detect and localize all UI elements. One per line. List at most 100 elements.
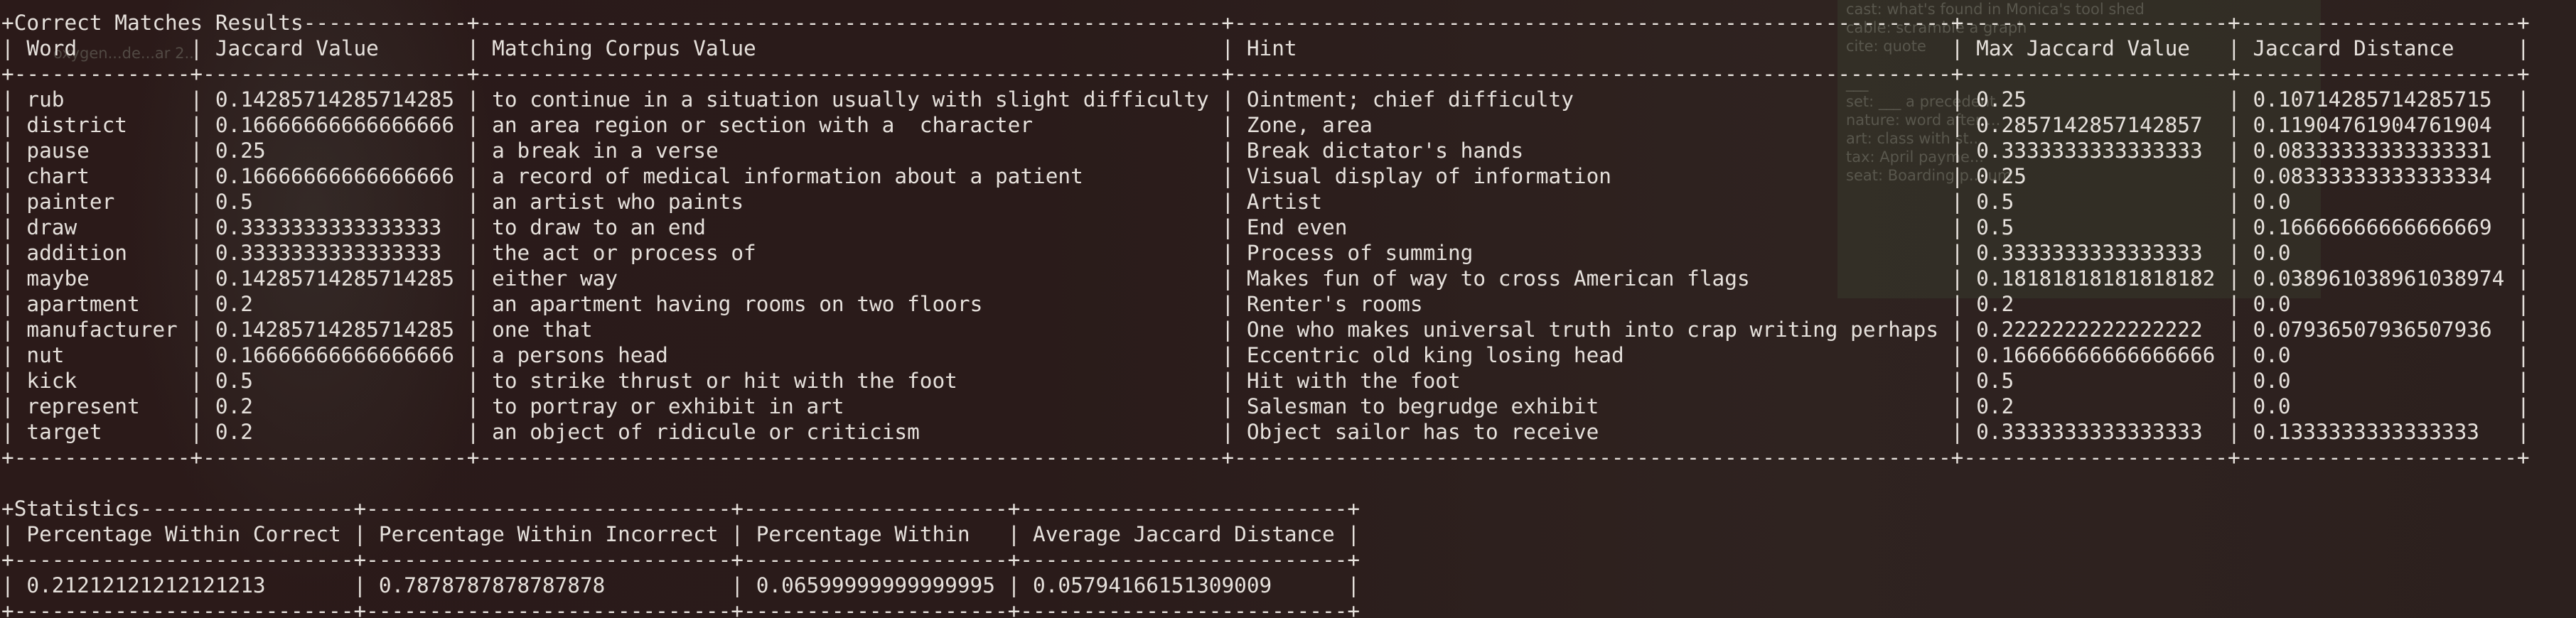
results-cell: represent [26,394,140,418]
table-title: Statistics [14,497,140,521]
results-cell: addition [26,241,127,265]
results-cell: One who makes universal truth into crap … [1246,318,1939,342]
results-cell: a break in a verse [492,139,719,163]
results-cell: 0.0 [2253,241,2291,265]
results-cell: 0.16666666666666666 [215,343,455,367]
results-cell: 0.2 [215,292,253,316]
results-cell: 0.14285714285714285 [215,87,455,112]
results-cell: End even [1246,215,1348,239]
terminal-output: +Correct Matches Results-------------+--… [1,11,2530,618]
results-cell: 0.2 [1976,394,2014,418]
results-cell: 0.08333333333333334 [2253,164,2492,188]
results-cell: 0.1333333333333333 [2253,420,2479,444]
results-cell: nut [26,343,65,367]
results-cell: 0.0 [2253,369,2291,393]
results-cell: Eccentric old king losing head [1246,343,1624,367]
results-cell: 0.3333333333333333 [1976,139,2203,163]
results-cell: an apartment having rooms on two floors [492,292,983,316]
results-cell: 0.16666666666666666 [1976,343,2216,367]
results-column-header: Hint [1246,36,1297,60]
results-cell: one that [492,318,593,342]
results-cell: 0.16666666666666666 [215,113,455,137]
results-cell: 0.5 [1976,215,2014,239]
results-cell: Visual display of information [1246,164,1612,188]
results-cell: Salesman to begrudge exhibit [1246,394,1599,418]
results-cell: an area region or section with a charact… [492,113,1034,137]
stats-column-header: Percentage Within [756,522,970,546]
results-cell: 0.2222222222222222 [1976,318,2203,342]
results-cell: target [26,420,102,444]
results-column-header: Max Jaccard Value [1976,36,2190,60]
results-column-header: Jaccard Distance [2253,36,2454,60]
results-cell: maybe [26,266,90,291]
results-cell: 0.5 [215,369,253,393]
results-cell: 0.18181818181818182 [1976,266,2216,291]
results-cell: Hit with the foot [1246,369,1461,393]
results-cell: pause [26,139,90,163]
results-cell: kick [26,369,77,393]
results-cell: rub [26,87,65,112]
results-cell: a record of medical information about a … [492,164,1083,188]
results-cell: 0.5 [215,190,253,214]
results-cell: 0.10714285714285715 [2253,87,2492,112]
results-cell: 0.2 [1976,292,2014,316]
results-cell: Artist [1246,190,1323,214]
results-cell: Makes fun of way to cross American flags [1246,266,1750,291]
results-cell: to portray or exhibit in art [492,394,844,418]
results-cell: an object of ridicule or criticism [492,420,920,444]
results-cell: district [26,113,127,137]
stats-cell: 0.7878787878787878 [378,573,606,597]
results-cell: manufacturer [26,318,178,342]
results-cell: 0.25 [1976,164,2027,188]
results-cell: 0.25 [1976,87,2027,112]
results-cell: to strike thrust or hit with the foot [492,369,957,393]
results-cell: painter [26,190,115,214]
results-cell: 0.07936507936507936 [2253,318,2492,342]
results-cell: 0.14285714285714285 [215,318,455,342]
results-cell: 0.0 [2253,292,2291,316]
results-cell: 0.5 [1976,190,2014,214]
stats-cell: 0.05794166151309009 [1033,573,1272,597]
results-cell: 0.2 [215,394,253,418]
results-cell: 0.2 [215,420,253,444]
results-cell: 0.14285714285714285 [215,266,455,291]
results-cell: 0.2857142857142857 [1976,113,2203,137]
results-cell: an artist who paints [492,190,744,214]
results-cell: 0.25 [215,139,266,163]
results-cell: 0.3333333333333333 [215,215,442,239]
results-cell: Process of summing [1246,241,1474,265]
results-cell: 0.0 [2253,190,2291,214]
results-cell: Renter's rooms [1246,292,1423,316]
results-cell: 0.0 [2253,343,2291,367]
results-cell: 0.038961038961038974 [2253,266,2505,291]
stats-column-header: Average Jaccard Distance [1033,522,1335,546]
results-cell: 0.16666666666666669 [2253,215,2492,239]
results-cell: a persons head [492,343,668,367]
results-cell: Ointment; chief difficulty [1246,87,1574,112]
stats-column-header: Percentage Within Correct [26,522,341,546]
results-cell: to continue in a situation usually with … [492,87,1209,112]
results-column-header: Word [26,36,77,60]
results-cell: 0.11904761904761904 [2253,113,2492,137]
results-cell: 0.08333333333333331 [2253,139,2492,163]
results-cell: apartment [26,292,140,316]
stats-cell: 0.21212121212121213 [26,573,266,597]
results-cell: Zone, area [1246,113,1373,137]
results-cell: the act or process of [492,241,756,265]
stats-column-header: Percentage Within Incorrect [378,522,719,546]
results-cell: 0.5 [1976,369,2014,393]
table-title: Correct Matches Results [14,11,304,35]
results-cell: 0.3333333333333333 [1976,241,2203,265]
results-cell: either way [492,266,618,291]
results-column-header: Matching Corpus Value [492,36,756,60]
results-cell: 0.3333333333333333 [215,241,442,265]
results-column-header: Jaccard Value [215,36,379,60]
results-cell: Break dictator's hands [1246,139,1524,163]
results-cell: Object sailor has to receive [1246,420,1599,444]
results-cell: draw [26,215,77,239]
stats-cell: 0.06599999999999995 [756,573,995,597]
results-cell: 0.3333333333333333 [1976,420,2203,444]
results-cell: chart [26,164,90,188]
results-cell: to draw to an end [492,215,706,239]
results-cell: 0.0 [2253,394,2291,418]
